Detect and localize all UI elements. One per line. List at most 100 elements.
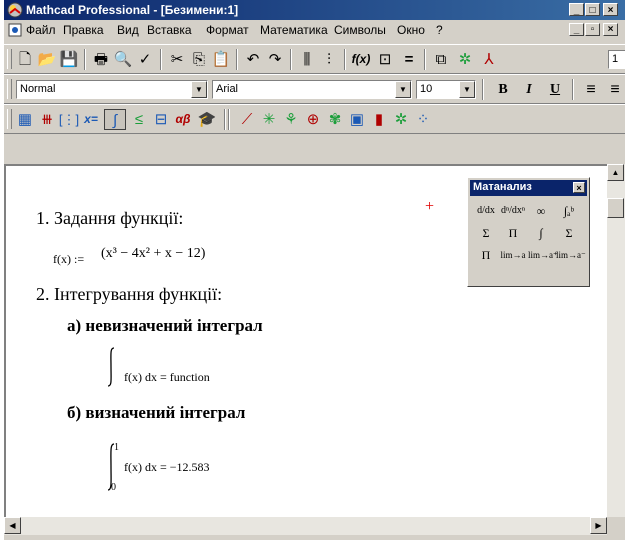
- save-icon[interactable]: 💾: [58, 49, 80, 70]
- paste-icon[interactable]: 📋: [210, 49, 232, 70]
- vertical-scrollbar[interactable]: ▲: [607, 164, 625, 517]
- chevron-down-icon[interactable]: ▼: [459, 81, 475, 98]
- boolean-icon[interactable]: ≤: [128, 109, 150, 130]
- menu-format[interactable]: Формат: [206, 23, 249, 37]
- bold-button[interactable]: B: [492, 79, 514, 100]
- insert-function-icon[interactable]: f(x): [350, 49, 372, 70]
- nth-derivative-button[interactable]: dⁿ/dxⁿ: [500, 200, 526, 222]
- print-icon[interactable]: 🖶: [90, 49, 112, 70]
- align-down-icon[interactable]: ⫶: [318, 49, 340, 70]
- programming-icon[interactable]: ⊟: [150, 109, 172, 130]
- print-preview-icon[interactable]: 🔍: [112, 49, 134, 70]
- calculus-icon[interactable]: ∫: [104, 109, 126, 130]
- zoom-combo[interactable]: 1: [608, 50, 625, 69]
- contour-plot-icon[interactable]: ⊕: [302, 109, 324, 130]
- document-icon[interactable]: [8, 23, 22, 37]
- bar-plot-icon[interactable]: ▮: [368, 109, 390, 130]
- horizontal-scrollbar[interactable]: ◀ ▶: [4, 517, 607, 535]
- minimize-button[interactable]: _: [569, 3, 584, 16]
- limit-button[interactable]: lim→a: [500, 244, 526, 266]
- product-button[interactable]: Π: [500, 222, 526, 244]
- menu-view[interactable]: Вид: [117, 23, 139, 37]
- chevron-down-icon[interactable]: ▼: [395, 81, 411, 98]
- toolbar-grip[interactable]: [7, 79, 12, 99]
- redo-icon[interactable]: ↷: [264, 49, 286, 70]
- scroll-up-icon[interactable]: ▲: [607, 164, 624, 181]
- scatter-plot-icon[interactable]: ✾: [324, 109, 346, 130]
- xy-plot-icon[interactable]: ⟋: [236, 109, 258, 130]
- menu-help[interactable]: ?: [436, 23, 443, 37]
- separator: [572, 79, 574, 100]
- derivative-button[interactable]: d/dx: [473, 200, 499, 222]
- left-limit-button[interactable]: lim→a⁻: [556, 244, 586, 266]
- title-bar[interactable]: Mathcad Professional - [Безимени:1] _ □ …: [4, 0, 625, 20]
- function-definition-body[interactable]: (x³ − 4x² + x − 12): [101, 246, 205, 262]
- menu-bar: Файл Правка Вид Вставка Формат Математик…: [4, 20, 625, 40]
- infinity-button[interactable]: ∞: [528, 200, 554, 222]
- range-sum-button[interactable]: Σ: [556, 222, 582, 244]
- graph-icon[interactable]: ⧻: [36, 109, 58, 130]
- indefinite-integral-button[interactable]: ∫: [528, 222, 554, 244]
- copy-icon[interactable]: ⎘: [188, 49, 210, 70]
- scroll-left-icon[interactable]: ◀: [4, 517, 21, 534]
- toolbar-grip[interactable]: [7, 49, 12, 69]
- vertical-scroll-thumb[interactable]: [607, 198, 624, 218]
- range-product-button[interactable]: Π: [473, 244, 499, 266]
- insert-unit-icon[interactable]: ⊡: [374, 49, 396, 70]
- style-select[interactable]: Normal ▼: [16, 80, 208, 99]
- indefinite-integral-expression[interactable]: f(x) dx = function: [124, 370, 210, 385]
- font-select[interactable]: Arial ▼: [212, 80, 412, 99]
- symbolic-icon[interactable]: 🎓: [196, 109, 218, 130]
- greek-icon[interactable]: αβ: [172, 109, 194, 130]
- integral-sign-icon: [107, 347, 115, 387]
- maximize-button[interactable]: □: [585, 3, 600, 16]
- menu-symbols[interactable]: Символы: [334, 23, 386, 37]
- surface-plot-icon[interactable]: ⚘: [280, 109, 302, 130]
- menu-file[interactable]: Файл: [26, 23, 56, 37]
- calculate-icon[interactable]: =: [398, 49, 420, 70]
- open-icon[interactable]: 📂: [36, 49, 58, 70]
- doc-restore-button[interactable]: ▫: [585, 23, 600, 36]
- mathcad-app-icon[interactable]: [7, 2, 23, 18]
- scroll-right-icon[interactable]: ▶: [590, 517, 607, 534]
- window-title: Mathcad Professional - [Безимени:1]: [26, 3, 239, 17]
- align-center-button[interactable]: ≡: [604, 79, 625, 100]
- underline-button[interactable]: U: [544, 79, 566, 100]
- summation-button[interactable]: Σ: [473, 222, 499, 244]
- undo-icon[interactable]: ↶: [242, 49, 264, 70]
- doc-minimize-button[interactable]: _: [569, 23, 584, 36]
- cut-icon[interactable]: ✂: [166, 49, 188, 70]
- resource-center-icon[interactable]: ✲: [454, 49, 476, 70]
- separator: [344, 49, 346, 70]
- calculator-icon[interactable]: ▦: [14, 109, 36, 130]
- chevron-down-icon[interactable]: ▼: [191, 81, 207, 98]
- palette-close-button[interactable]: ×: [573, 182, 585, 193]
- menu-edit[interactable]: Правка: [63, 23, 104, 37]
- vector-field-icon[interactable]: ▣: [346, 109, 368, 130]
- align-across-icon[interactable]: ⫼: [296, 49, 318, 70]
- definite-integral-button[interactable]: ∫ₐᵇ: [556, 200, 582, 222]
- evaluation-icon[interactable]: x=: [80, 109, 102, 130]
- separator: [482, 79, 484, 100]
- font-size-select[interactable]: 10 ▼: [416, 80, 476, 99]
- matrix-icon[interactable]: [⋮]: [58, 109, 80, 130]
- palette-title-bar[interactable]: Матанализ ×: [470, 180, 587, 196]
- quicksheets-icon[interactable]: ⅄: [478, 49, 500, 70]
- polar-plot-icon[interactable]: ✳: [258, 109, 280, 130]
- italic-button[interactable]: I: [518, 79, 540, 100]
- patch-plot-icon[interactable]: ✲: [390, 109, 412, 130]
- menu-window[interactable]: Окно: [397, 23, 425, 37]
- new-icon[interactable]: 🗋: [14, 49, 36, 70]
- toolbar-grip[interactable]: [7, 109, 12, 129]
- insert-component-icon[interactable]: ⧉: [430, 49, 452, 70]
- doc-close-button[interactable]: ×: [603, 23, 618, 36]
- menu-math[interactable]: Математика: [260, 23, 328, 37]
- 3d-scatter-icon[interactable]: ⁘: [412, 109, 434, 130]
- right-limit-button[interactable]: lim→a⁺: [528, 244, 558, 266]
- definite-integral-expression[interactable]: f(x) dx = −12.583: [124, 460, 210, 475]
- align-left-button[interactable]: ≡: [580, 79, 602, 100]
- close-button[interactable]: ×: [603, 3, 618, 16]
- function-definition-lhs[interactable]: f(x) :=: [53, 252, 84, 267]
- menu-insert[interactable]: Вставка: [147, 23, 192, 37]
- spell-check-icon[interactable]: ✓: [134, 49, 156, 70]
